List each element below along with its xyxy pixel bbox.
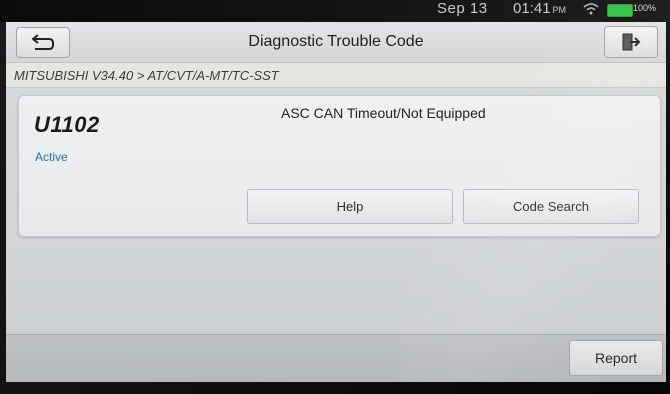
breadcrumb-path: MITSUBISHI V34.40 > AT/CVT/A-MT/TC-SST: [14, 68, 279, 83]
battery-icon: [607, 4, 633, 17]
device-frame: Sep 13 01:41 PM 100% Diagnostic Trouble C…: [0, 0, 670, 394]
battery-percentage: 100%: [633, 3, 657, 13]
dtc-status: Active: [35, 150, 68, 164]
title-bar: Diagnostic Trouble Code: [6, 22, 666, 63]
app-screen: Diagnostic Trouble Code MITSUBISHI V34.4…: [6, 22, 666, 382]
wifi-icon: [583, 3, 599, 15]
status-ampm: PM: [552, 5, 567, 15]
exit-button[interactable]: [604, 26, 658, 58]
bottom-toolbar: Report: [6, 334, 666, 382]
code-search-button[interactable]: Code Search: [463, 189, 639, 224]
dtc-description: ASC CAN Timeout/Not Equipped: [281, 105, 486, 121]
status-time: 01:41 PM: [513, 0, 566, 17]
dtc-card: U1102 Active ASC CAN Timeout/Not Equippe…: [18, 95, 661, 237]
report-button[interactable]: Report: [569, 340, 663, 376]
exit-door-icon: [622, 33, 641, 51]
status-time-value: 01:41: [513, 0, 551, 17]
help-button[interactable]: Help: [247, 189, 453, 224]
page-title: Diagnostic Trouble Code: [248, 33, 424, 50]
breadcrumb: MITSUBISHI V34.40 > AT/CVT/A-MT/TC-SST: [6, 63, 666, 88]
status-date: Sep 13: [437, 0, 488, 17]
status-bar: Sep 13 01:41 PM 100%: [0, 0, 670, 22]
dtc-code: U1102: [34, 112, 100, 137]
